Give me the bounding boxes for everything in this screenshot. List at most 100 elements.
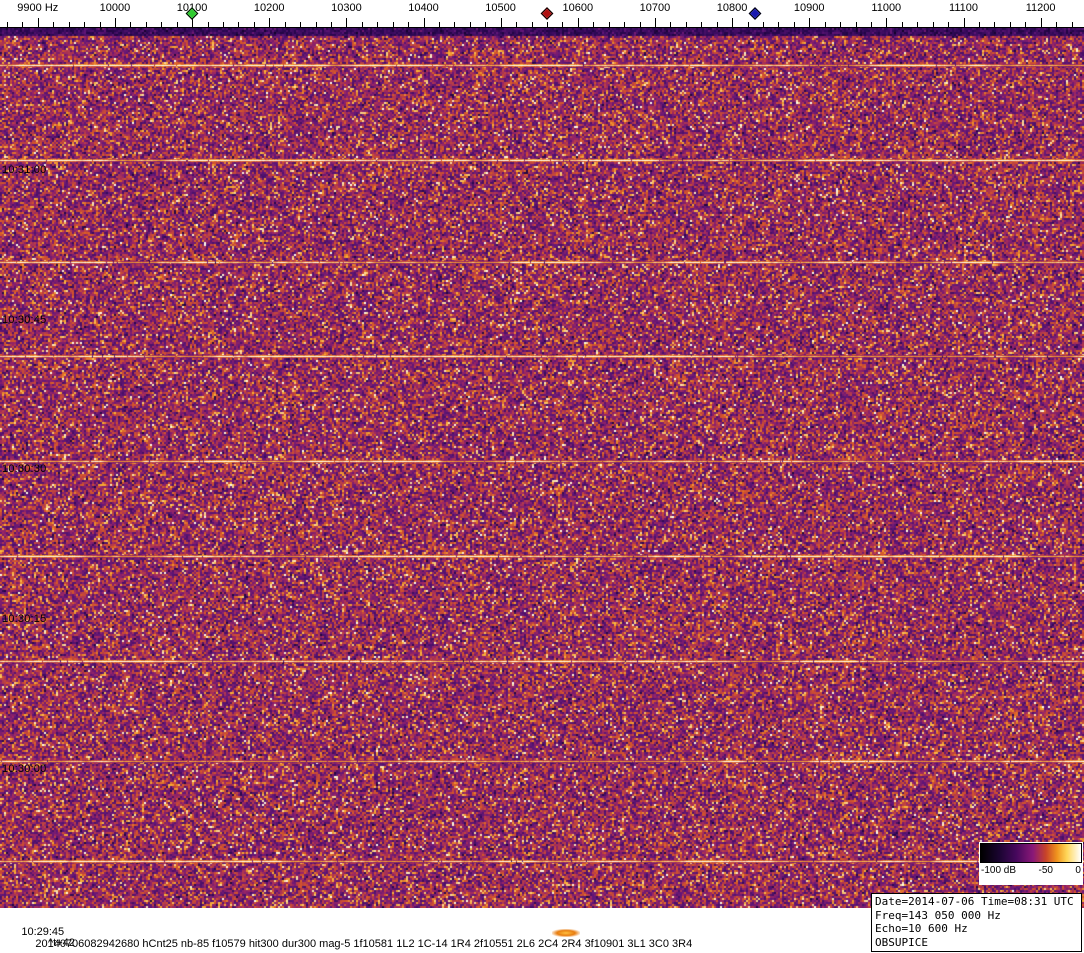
info-station: OBSUPICE <box>875 935 928 949</box>
ruler-tick <box>500 18 502 27</box>
ruler-tick <box>624 22 626 27</box>
ruler-tick <box>685 22 687 27</box>
ruler-frequency-label: 10000 <box>99 2 131 14</box>
ruler-tick <box>639 22 641 27</box>
ruler-tick <box>793 22 795 27</box>
ruler-tick <box>22 22 24 27</box>
ruler-tick <box>948 22 950 27</box>
ruler-tick <box>917 22 919 27</box>
ruler-tick <box>361 22 363 27</box>
ruler-tick <box>485 22 487 27</box>
ruler-tick <box>824 22 826 27</box>
ruler-tick <box>99 22 101 27</box>
ruler-tick <box>176 22 178 27</box>
ruler-tick <box>932 22 934 27</box>
freq-marker-blue-icon[interactable] <box>748 7 762 20</box>
info-echo: Echo=10 600 Hz <box>875 922 968 935</box>
ruler-tick <box>1056 22 1057 27</box>
ruler-tick <box>454 22 456 27</box>
ruler-tick <box>392 22 394 27</box>
info-frequency: Freq=143 050 000 Hz <box>875 908 1001 922</box>
ruler-frequency-label: 11000 <box>871 2 902 14</box>
ruler-tick <box>701 22 703 27</box>
ruler-tick <box>593 22 595 27</box>
ruler-tick <box>1025 22 1027 27</box>
ruler-tick <box>130 22 132 27</box>
ruler-tick <box>562 22 564 27</box>
ruler-tick <box>330 22 332 27</box>
ruler-tick <box>1040 18 1042 27</box>
ruler-tick <box>1009 22 1011 27</box>
color-scale: -100 dB -50 0 <box>979 842 1083 885</box>
frequency-ruler: 9900 Hz100001010010200103001040010500106… <box>0 0 1084 28</box>
ruler-tick <box>809 18 811 27</box>
status-log-text: 20140706082942680 hCnt25 nb-85 f10579 hi… <box>35 938 693 950</box>
waterfall-time-label: 10:30:30 <box>2 463 47 475</box>
ruler-tick <box>716 22 718 27</box>
scale-label-min: -100 dB <box>981 865 1017 876</box>
ruler-tick <box>978 22 980 27</box>
ruler-tick <box>68 22 70 27</box>
ruler-tick <box>315 22 317 27</box>
ruler-tick <box>516 22 518 27</box>
color-scale-labels: -100 dB -50 0 <box>980 863 1082 876</box>
waterfall-time-label: 10:30:15 <box>2 613 47 625</box>
ruler-frequency-label: 10300 <box>331 2 362 14</box>
ruler-frequency-label: 10500 <box>485 2 516 14</box>
ruler-tick <box>53 22 55 27</box>
ruler-frequency-label: 10700 <box>639 2 671 14</box>
ruler-tick <box>670 22 672 27</box>
ruler-tick <box>608 22 610 27</box>
ruler-tick <box>207 22 209 27</box>
ruler-tick <box>37 18 39 27</box>
scale-label-max: 0 <box>1075 865 1081 876</box>
waterfall-time-label: 10:30:45 <box>2 314 47 326</box>
ruler-tick <box>423 18 425 27</box>
ruler-tick <box>269 18 271 27</box>
status-line-2: ^t+42 <box>48 937 75 949</box>
waterfall-time-label: 10:31:00 <box>2 164 47 176</box>
ruler-frequency-label: 10400 <box>408 2 439 14</box>
ruler-tick <box>238 22 240 27</box>
ruler-tick <box>747 22 749 27</box>
ruler-frequency-label: 10900 <box>793 2 825 14</box>
ruler-tick <box>161 22 163 27</box>
ruler-tick <box>546 22 548 27</box>
ruler-tick <box>994 22 996 27</box>
ruler-tick <box>222 22 224 27</box>
ruler-tick <box>762 22 764 27</box>
ruler-frequency-label: 9900 Hz <box>17 2 59 14</box>
ruler-tick <box>886 18 888 27</box>
ruler-tick <box>963 18 965 27</box>
ruler-tick <box>377 22 379 27</box>
ruler-frequency-label: 10800 <box>716 2 748 14</box>
ruler-frequency-label: 11200 <box>1025 2 1056 14</box>
ruler-frequency-label: 11100 <box>949 2 978 14</box>
ruler-frequency-label: 10600 <box>562 2 594 14</box>
ruler-tick <box>408 22 410 27</box>
ruler-tick <box>145 22 147 27</box>
spectrogram-canvas[interactable] <box>0 28 1084 908</box>
ruler-tick <box>300 22 302 27</box>
ruler-tick <box>84 22 86 27</box>
ruler-tick <box>114 18 116 27</box>
ruler-tick <box>654 18 656 27</box>
ruler-tick <box>732 18 734 27</box>
ruler-frequency-label: 10200 <box>253 2 285 14</box>
meteor-echo-app-window: 9900 Hz100001010010200103001040010500106… <box>0 0 1084 953</box>
observation-info-box: Date=2014-07-06 Time=08:31 UTC Freq=143 0… <box>871 893 1082 952</box>
info-date-time: Date=2014-07-06 Time=08:31 UTC <box>875 895 1074 908</box>
ruler-tick <box>6 22 8 27</box>
status-line-1: 10:29:45 20140706082942680 hCnt25 nb-85 … <box>3 914 692 953</box>
ruler-tick <box>438 22 440 27</box>
ruler-tick <box>1071 22 1073 27</box>
ruler-tick <box>870 22 872 27</box>
ruler-tick <box>253 22 255 27</box>
echo-trace-mark <box>552 929 580 937</box>
ruler-tick <box>577 18 579 27</box>
freq-marker-red-icon[interactable] <box>540 7 554 20</box>
ruler-tick <box>901 22 903 27</box>
ruler-tick <box>284 22 286 27</box>
ruler-tick <box>840 22 842 27</box>
ruler-tick <box>778 22 780 27</box>
